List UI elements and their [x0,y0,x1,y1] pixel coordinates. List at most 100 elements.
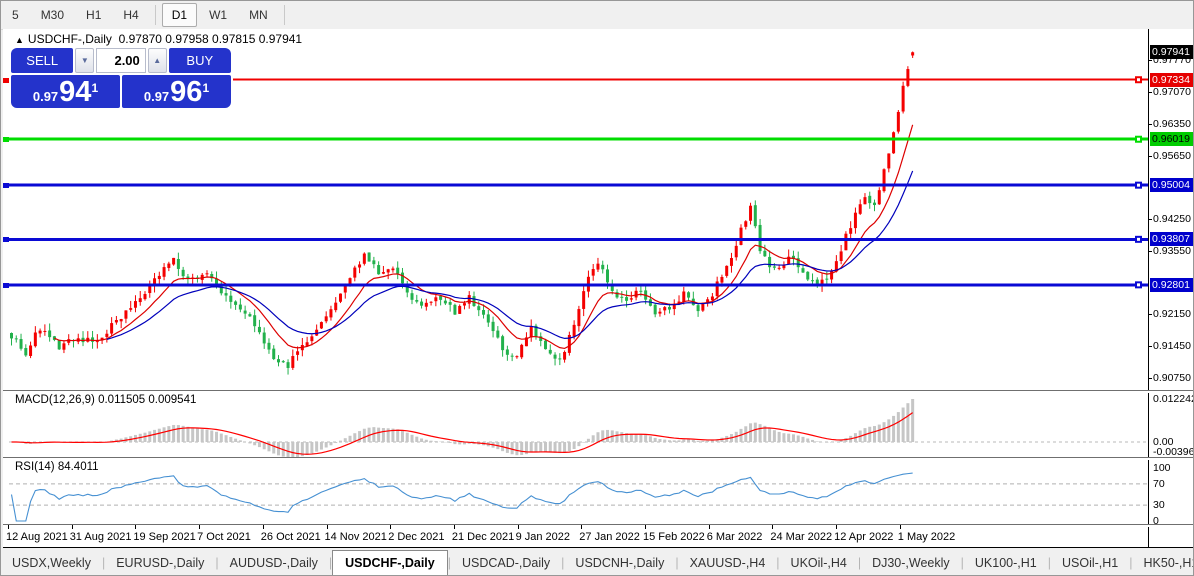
candle [114,319,118,323]
volume-decrease-button[interactable]: ▼ [75,48,95,73]
candle [572,324,576,337]
candle [653,304,657,315]
hline-left-marker[interactable] [3,137,9,143]
candle [467,295,471,304]
candle [877,190,881,205]
chart-symbol-label: USDCHF-,Daily [27,32,112,46]
sell-price-sup: 1 [91,81,99,95]
timeframe-button-d1[interactable]: D1 [161,3,198,27]
timeframe-button-m30[interactable]: M30 [31,3,74,27]
candle [510,355,514,357]
candle [505,349,509,355]
timeframe-button-h4[interactable]: H4 [113,3,148,27]
candle [48,330,52,338]
candle [19,339,23,349]
candle [358,264,362,268]
candle [415,299,419,302]
rsi-label: RSI(14) 84.4011 [15,461,99,473]
candle [238,304,242,310]
candle [443,300,447,304]
price-badge-red-line: 0.97334 [1150,72,1193,87]
tab-xauusd-h4[interactable]: XAUUSD-,H4 [679,551,777,575]
macd-label: MACD(12,26,9) 0.011505 0.009541 [15,394,197,406]
candle [634,290,638,298]
candle [372,260,376,265]
timeframe-button-mn[interactable]: MN [239,3,278,27]
one-click-trade-panel: SELL ▼ 2.00 ▲ BUY 0.97 94 1 0.97 96 1 [9,46,233,110]
tab-ukoil-h4[interactable]: UKOil-,H4 [780,551,858,575]
candle [424,302,428,307]
price-axis-tick: 0.95650 [1153,149,1191,162]
candle [257,326,261,333]
candle [324,316,328,322]
candle [892,132,896,154]
candle [710,296,714,301]
candle [882,169,886,192]
rsi-splitter[interactable] [3,457,1193,460]
candle [462,303,466,306]
candle [91,337,95,342]
candle [138,298,142,303]
candle [133,301,137,308]
volume-increase-button[interactable]: ▲ [147,48,167,73]
volume-input[interactable]: 2.00 [96,48,146,73]
candle [620,296,624,298]
candle [362,253,366,264]
candle [782,265,786,269]
candle [625,297,629,301]
tab-usdcad-daily[interactable]: USDCAD-,Daily [451,551,561,575]
candle [229,295,233,302]
tab-usdchf-daily[interactable]: USDCHF-,Daily [332,549,448,575]
candle [801,268,805,273]
tab-dj30-weekly[interactable]: DJ30-,Weekly [861,551,961,575]
macd-splitter[interactable] [3,390,1193,393]
buy-price[interactable]: 0.97 96 1 [122,75,231,108]
date-axis-tick [390,525,392,529]
candle [486,314,490,323]
hline-left-marker[interactable] [3,237,9,243]
candle [749,205,753,221]
candle [582,291,586,309]
date-axis[interactable]: 12 Aug 2021 31 Aug 2021 19 Sep 2021 7 Oct 2… [3,525,1148,547]
buy-price-base: 0.97 [143,89,170,104]
price-axis-tick-mark [1148,345,1152,347]
candle [744,221,748,227]
buy-button[interactable]: BUY [168,48,231,73]
candle [901,85,905,112]
timeframe-button-w1[interactable]: W1 [199,3,237,27]
sell-button[interactable]: SELL [11,48,74,73]
price-axis-tick-mark [1148,60,1152,61]
candle [105,333,109,338]
candle [172,257,176,265]
price-axis-tick: 0.92150 [1153,308,1191,321]
candle [338,293,342,302]
tab-usoil-h1[interactable]: USOil-,H1 [1051,551,1129,575]
price-axis-tick-mark [1148,250,1152,252]
sell-price[interactable]: 0.97 94 1 [11,75,120,108]
rsi-canvas[interactable] [9,459,1148,525]
candle [434,297,438,302]
candle [410,293,414,300]
tab-usdx-weekly[interactable]: USDX,Weekly [1,551,102,575]
tab-audusd-daily[interactable]: AUDUSD-,Daily [219,551,329,575]
price-axis-tick-mark [1148,91,1152,93]
candle [29,345,33,356]
hline-left-marker[interactable] [3,183,9,189]
candle [729,258,733,266]
candle [24,348,28,356]
candle [753,205,757,227]
tab-eurusd-daily[interactable]: EURUSD-,Daily [105,551,215,575]
candle [305,342,309,346]
candle [529,326,533,338]
tab-usdcnh-daily[interactable]: USDCNH-,Daily [564,551,675,575]
candle [734,245,738,258]
hline-left-marker[interactable] [3,282,9,288]
candle [396,267,400,274]
timeframe-button-5[interactable]: 5 [2,3,29,27]
candle [10,332,13,339]
timeframe-button-h1[interactable]: H1 [76,3,111,27]
tab-uk100-h1[interactable]: UK100-,H1 [964,551,1048,575]
tab-hk50-h1[interactable]: HK50-,H1 [1133,551,1194,575]
candle [205,273,209,275]
date-label: 15 Feb 2022 [643,531,705,543]
